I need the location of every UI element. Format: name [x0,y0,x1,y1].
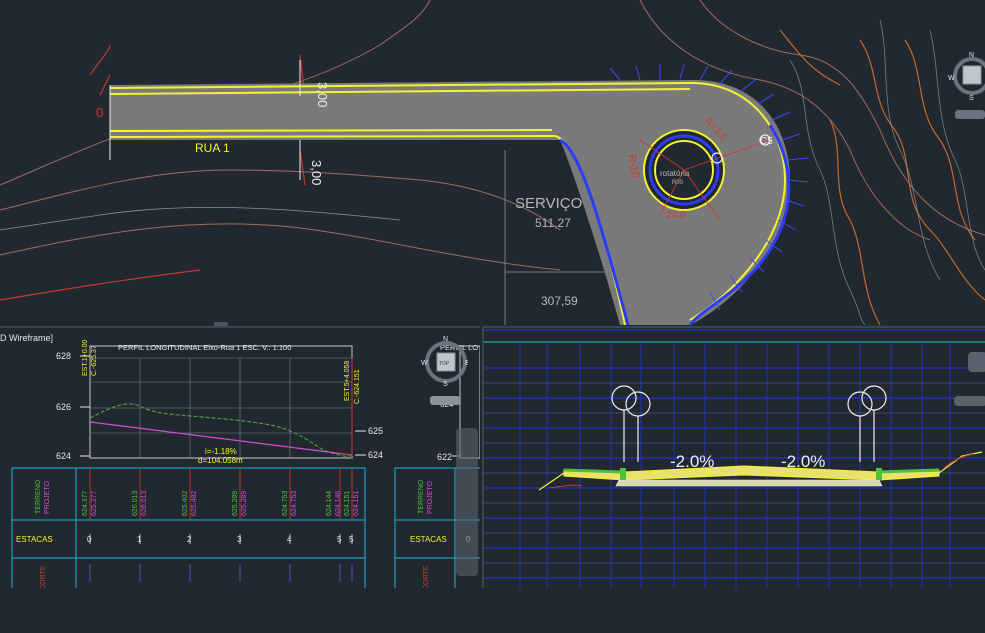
profile-table-columns: 624.377 625.377 0 626.013 626.013 1 625.… [82,491,360,544]
slope-right-label: -2.0% [781,452,825,471]
cube-east-2: E [465,360,468,367]
terreno-value: 624.377 [82,491,89,516]
section-grid [484,329,985,579]
nav-bar[interactable] [456,428,478,576]
slope-left-label: -2.0% [670,452,714,471]
plan-drawing[interactable]: 3,00 3,00 0 RUA 1 SERVIÇO 511,27 307,59 … [0,0,985,325]
row-estacas-label: ESTACAS [16,535,53,544]
terreno-value: 626.013 [132,491,139,516]
row-projeto-label: PROJETO [44,481,51,514]
second-terreno-label: TERRENO [418,479,425,514]
projeto-value: 625.289 [241,491,248,516]
estaca-value: 5 [349,535,354,544]
area-value-label-2: 307,59 [541,294,578,308]
bottom-strip [0,588,985,633]
estaca-value: 1 [137,535,142,544]
roundabout-label: rotatória [660,169,690,178]
section-nav-widget[interactable] [968,352,985,372]
section-nav-bar[interactable] [954,396,985,406]
plan-viewport[interactable]: 3,00 3,00 0 RUA 1 SERVIÇO 511,27 307,59 … [0,0,985,325]
viewcube-profile[interactable]: N W E S TOP [418,334,468,410]
y-tick-628: 628 [56,351,71,361]
cube-south-2: S [443,381,448,388]
road-name-label: RUA 1 [195,141,230,155]
profile-table-grid [11,467,366,590]
cube-top-face: TOP [439,361,450,367]
profile-viewport[interactable]: D Wireframe] PERFIL LONGITUDINAL Eixo-Ru… [0,326,480,590]
viewcube-plan[interactable]: N W S [945,48,985,120]
end-cota-label: C.-624.151 [354,369,361,404]
second-projeto-label: PROJETO [427,481,434,514]
section-drawing[interactable]: -2.0% -2.0% [484,328,985,590]
second-tick-622: 622 [437,452,452,462]
y-tick-626: 626 [56,402,71,412]
estaca-value: 0 [87,535,92,544]
cube-north-2: N [443,336,448,343]
terreno-value: 625.289 [232,491,239,516]
cube-west-2: W [421,360,428,367]
second-corte-label: CORTE [423,565,430,590]
projeto-value: 624.753 [291,491,298,516]
projeto-value: 625.377 [91,491,98,516]
light-pole-left [611,385,651,462]
estaca-value: 3 [237,535,242,544]
row-terreno-label: TERRENO [35,479,42,514]
roundabout-sub-label: R00 [672,180,684,186]
section-viewport[interactable]: -2.0% -2.0% [482,326,985,590]
estaca-value: 2 [187,535,192,544]
cube-north: N [969,52,974,59]
radius-label-3: 24.0 [666,210,686,221]
second-estacas-label: ESTACAS [410,535,447,544]
start-station-label: EST.1+0.00 [82,340,89,376]
end-station-label: EST.5+4.058 [344,361,351,401]
curve-label: C5 [760,136,773,147]
area-name-label: SERVIÇO [515,195,582,212]
estaca-value: 4 [287,535,292,544]
profile-title: PERFIL LONGITUDINAL Eixo-Rua 1 ESC. V.: … [118,343,291,352]
projeto-value: 624.151 [353,491,360,516]
right-tick-625: 625 [368,426,383,436]
terreno-value: 624.151 [344,491,351,516]
zero-label: 0 [96,105,103,120]
start-cota-label: C.-625.37 [91,345,98,376]
dim-label-top: 3,00 [315,82,330,107]
area-value-label-1: 511,27 [535,216,571,230]
terreno-value: 624.144 [326,491,333,516]
row-corte-label: CORTE [40,565,47,590]
right-tick-624: 624 [368,450,383,460]
cube-west: W [948,75,955,82]
estaca-value: 5 [337,535,342,544]
terreno-value: 624.753 [282,491,289,516]
profile-drawing[interactable]: PERFIL LONGITUDINAL Eixo-Rua 1 ESC. V.: … [0,328,480,590]
distance-label: d=104.058m [198,456,243,465]
projeto-value: 624.146 [335,491,342,516]
y-tick-624: 624 [56,451,71,461]
projeto-value: 625.482 [191,491,198,516]
dim-label-bottom: 3,00 [309,160,324,185]
cube-south: S [969,95,974,102]
light-pole-right [847,385,887,462]
projeto-value: 626.013 [141,491,148,516]
slope-label: i=-1.18% [205,447,237,456]
terreno-value: 625.402 [182,491,189,516]
plan-red-boundary [0,44,306,301]
